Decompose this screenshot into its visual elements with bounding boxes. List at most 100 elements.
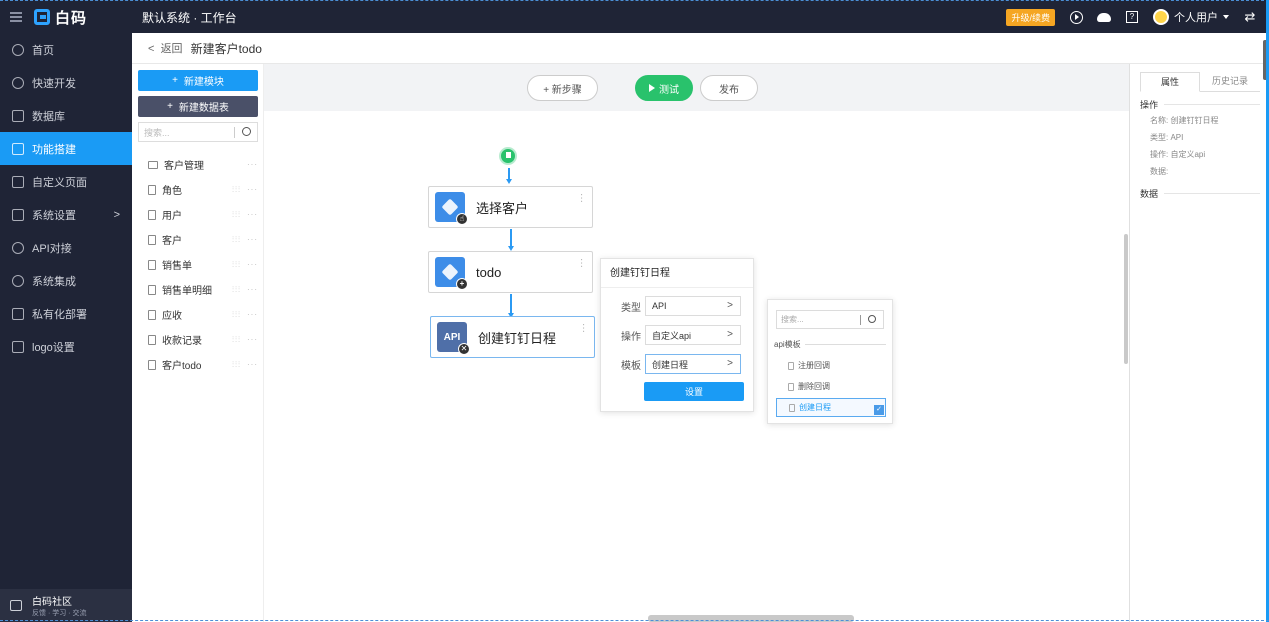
sidebar-item-label: 功能搭建 [32,143,76,156]
check-icon: ✓ [874,405,884,415]
module-item[interactable]: 收款记录 ⫶⫶⫶ ··· [132,327,264,352]
play-circle-icon[interactable] [1069,10,1083,24]
settings-icon[interactable]: ⫶⫶⫶ [232,360,241,370]
settings-icon[interactable]: ⫶⫶⫶ [232,235,241,245]
more-icon[interactable]: ··· [247,235,258,245]
operation-select[interactable]: 自定义api > [645,325,741,345]
publish-button[interactable]: 发布 [700,75,758,101]
search-icon[interactable] [242,127,251,136]
swap-icon[interactable]: ⇄ [1243,9,1257,24]
node-label: 选择客户 [476,200,529,216]
more-icon[interactable]: ··· [247,185,258,195]
document-icon [788,382,794,391]
template-item[interactable]: 删除回调 [776,377,886,396]
flow-node[interactable]: ☝ 选择客户 ··· [428,186,593,228]
sidebar-item-logo[interactable]: logo设置 [0,330,132,363]
api-icon-text: API [443,331,461,343]
settings-icon[interactable]: ⫶⫶⫶ [232,260,241,270]
panel-tabs: 属性 历史记录 [1140,72,1260,92]
template-item[interactable]: 注册回调 [776,356,886,375]
more-icon[interactable]: ··· [247,335,258,345]
settings-icon[interactable]: ⫶⫶⫶ [232,185,241,195]
module-search-input[interactable]: 搜索... [138,122,258,142]
settings-button[interactable]: 设置 [644,382,744,401]
settings-icon[interactable]: ⫶⫶⫶ [232,285,241,295]
kebab-menu-icon[interactable]: ··· [576,258,587,268]
brand-logo-icon [34,9,50,25]
upgrade-badge[interactable]: 升级/续费 [1006,8,1055,26]
breadcrumb[interactable]: 默认系统 · 工作台 [132,9,237,26]
template-search-input[interactable]: 搜索... [776,310,884,329]
module-item[interactable]: 销售单 ⫶⫶⫶ ··· [132,252,264,277]
more-icon[interactable]: ··· [247,260,258,270]
settings-icon[interactable]: ⫶⫶⫶ [232,310,241,320]
community-link[interactable]: 白码社区 反馈 · 学习 · 交流 [0,589,132,622]
module-item[interactable]: 客户管理 ··· [132,152,264,177]
module-item[interactable]: 客户 ⫶⫶⫶ ··· [132,227,264,252]
type-row: 类型 API > [601,296,755,316]
module-item[interactable]: 销售单明细 ⫶⫶⫶ ··· [132,277,264,302]
vertical-scrollbar[interactable] [1124,234,1128,364]
sidebar-item-system-settings[interactable]: 系统设置 > [0,198,132,231]
flow-canvas[interactable]: + 新步骤 测试 发布 ☝ 选择客户 ··· + todo ··· API ✕ … [264,64,1129,622]
template-item-label: 创建日程 [799,403,831,412]
sidebar-item-integration[interactable]: 系统集成 [0,264,132,297]
more-icon[interactable]: ··· [247,210,258,220]
module-item[interactable]: 客户todo ⫶⫶⫶ ··· [132,352,264,377]
server-icon [12,307,24,320]
document-icon [148,309,156,320]
top-right-actions: 升级/续费 ? 个人用户 ⇄ [1006,8,1269,26]
module-item-tools: ⫶⫶⫶ ··· [232,285,258,295]
chevron-right-icon: > [727,358,733,369]
sidebar-item-database[interactable]: 数据库 [0,99,132,132]
brand[interactable]: 白码 [34,7,87,28]
module-item[interactable]: 应收 ⫶⫶⫶ ··· [132,302,264,327]
module-item[interactable]: 角色 ⫶⫶⫶ ··· [132,177,264,202]
sidebar-item-api[interactable]: API对接 [0,231,132,264]
template-item-selected[interactable]: 创建日程 ✓ [776,398,886,417]
module-list: 客户管理 ··· 角色 ⫶⫶⫶ ··· 用户 ⫶⫶⫶ ··· 客户 ⫶⫶⫶ ··· 销售单 ⫶⫶⫶ ···… [132,152,264,377]
menu-icon[interactable] [10,12,22,22]
new-module-button[interactable]: + 新建模块 [138,70,258,91]
template-select[interactable]: 创建日程 > [645,354,741,374]
sidebar-item-custom-page[interactable]: 自定义页面 [0,165,132,198]
search-icon[interactable] [868,315,876,323]
more-icon[interactable]: ··· [247,160,258,169]
sidebar-item-quick-dev[interactable]: 快速开发 [0,66,132,99]
sidebar-item-private-deploy[interactable]: 私有化部署 [0,297,132,330]
more-icon[interactable]: ··· [247,310,258,320]
plus-icon: + [172,75,178,86]
kebab-menu-icon[interactable]: ··· [578,323,589,333]
flow-node-selected[interactable]: API ✕ 创建钉钉日程 ··· [430,316,595,358]
module-item-label: 销售单 [162,261,192,272]
test-button[interactable]: 测试 [635,75,693,101]
type-select[interactable]: API > [645,296,741,316]
tab-properties[interactable]: 属性 [1140,72,1200,92]
bird-icon[interactable] [1097,10,1111,24]
module-item-tools: ⫶⫶⫶ ··· [232,185,258,195]
kebab-menu-icon[interactable]: ··· [576,193,587,203]
more-icon[interactable]: ··· [247,285,258,295]
document-icon [148,284,156,295]
new-table-button[interactable]: + 新建数据表 [138,96,258,117]
sidebar-item-home[interactable]: 首页 [0,33,132,66]
start-flag-icon[interactable] [499,147,517,165]
back-link[interactable]: < 返回 [148,40,183,56]
settings-icon[interactable]: ⫶⫶⫶ [232,210,241,220]
module-item-tools: ⫶⫶⫶ ··· [232,210,258,220]
sidebar-item-build[interactable]: 功能搭建 [0,132,132,165]
help-icon[interactable]: ? [1125,10,1139,24]
user-menu[interactable]: 个人用户 [1153,9,1229,25]
more-icon[interactable]: ··· [247,360,258,370]
module-item[interactable]: 用户 ⫶⫶⫶ ··· [132,202,264,227]
flow-node[interactable]: + todo ··· [428,251,593,293]
settings-icon[interactable]: ⫶⫶⫶ [232,335,241,345]
add-step-button[interactable]: + 新步骤 [527,75,598,101]
tab-history[interactable]: 历史记录 [1200,72,1260,91]
module-item-label: 用户 [162,211,182,222]
divider [1164,104,1260,105]
sidebar-item-label: 首页 [32,44,54,57]
group-label: api模板 [774,340,801,349]
document-icon [148,209,156,220]
api-node-icon: API ✕ [437,322,470,355]
